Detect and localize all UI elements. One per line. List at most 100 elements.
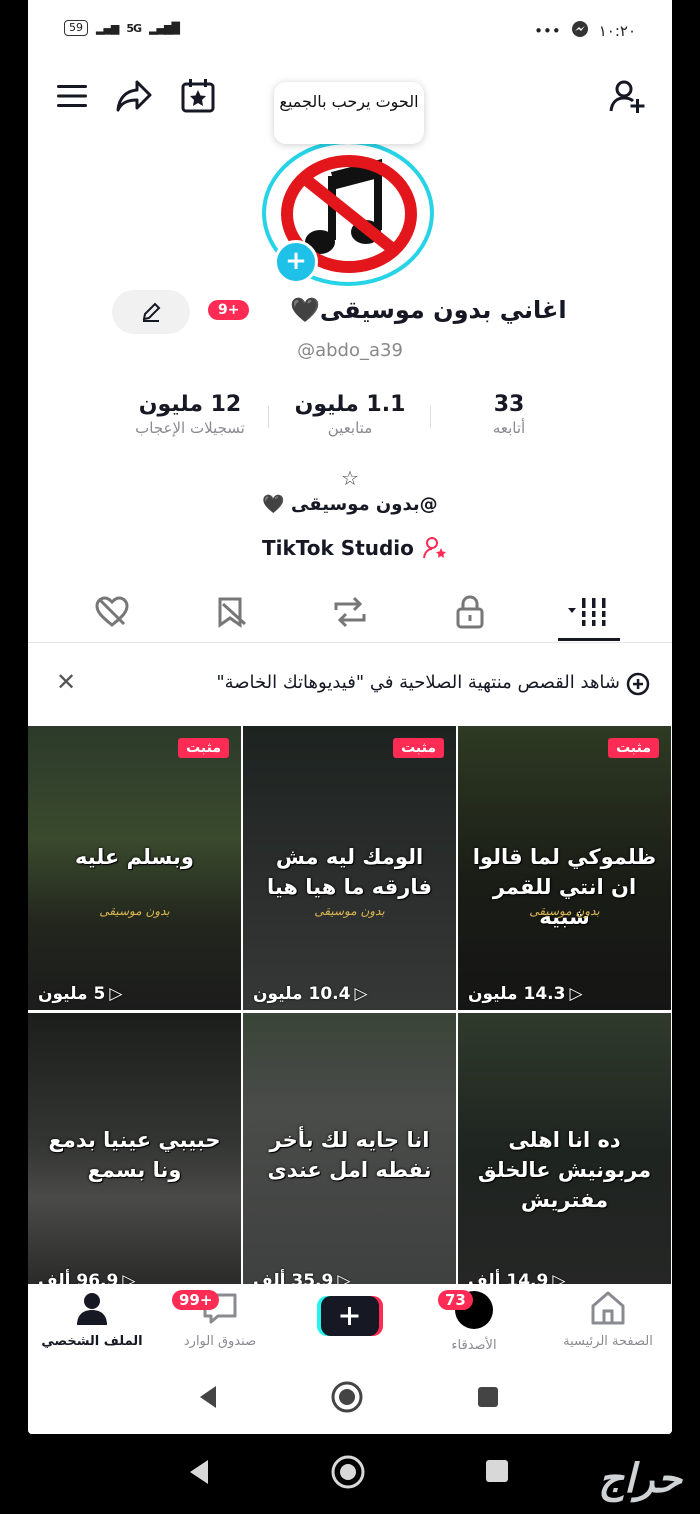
play-icon: ▷ [354,984,368,1004]
video-signature: بدون موسيقى [314,904,385,918]
video-caption: حبيبي عينيا بدمع ونا بسمع [48,1128,221,1182]
notification-badge: 9+ [208,300,250,320]
tab-videos[interactable] [562,592,618,632]
home-icon [591,1291,625,1325]
video-thumbnail[interactable]: حبيبي عينيا بدمع ونا بسمع ▷ 96.9 ألف [28,1013,241,1297]
video-caption: ظلموكي لما قالوا ان انتي للقمر شبيه [472,845,657,929]
home-circle-icon[interactable] [330,1380,364,1414]
battery-indicator: 59 [64,20,88,36]
followers-count: 1.1 مليون [294,392,406,417]
nav-friends[interactable]: 73 الأصدقاء [414,1290,534,1353]
add-circle-icon [626,672,650,700]
messenger-icon [571,20,589,42]
network-label: 5G [126,21,142,35]
name-row: 9+ اغاني بدون موسيقى🖤 [28,290,672,334]
views-label: 5 مليون [38,984,106,1004]
following-label: أتابعه [492,419,526,437]
views-label: 10.4 مليون [253,984,351,1004]
video-thumbnail[interactable]: مثبت وبسلم عليه بدون موسيقى ▷ 5 مليون [28,726,241,1010]
bio-text: @بدون موسيقى 🖤 [262,494,438,515]
video-thumbnail[interactable]: مثبت ظلموكي لما قالوا ان انتي للقمر شبيه… [458,726,671,1010]
tiktok-studio-link[interactable]: TikTok Studio [262,536,448,560]
tab-liked[interactable] [90,592,134,632]
video-signature: بدون موسيقى [99,904,170,918]
likes-stat[interactable]: 12 مليون تسجيلات الإعجاب [114,392,266,437]
view-count: ▷ 5 مليون [38,984,122,1004]
nav-inbox-label: صندوق الوارد [183,1334,257,1349]
pinned-badge: مثبت [178,738,229,758]
video-caption: وبسلم عليه [75,845,194,869]
video-thumbnail[interactable]: مثبت الومك ليه مش فارقه ما هيا هيا بدون … [243,726,456,1010]
more-dots: ••• [534,22,561,40]
video-thumbnail[interactable]: انا جايه لك بأخر نفطه امل عندى ▷ 35.9 ألف [243,1013,456,1297]
outer-recents-icon[interactable] [484,1458,510,1484]
play-icon: ▷ [109,984,123,1004]
status-right: ••• ١٠:٢٠ [534,20,636,42]
pencil-icon [142,302,161,322]
status-bar: 59 ▂▄▆ 5G ▂▄▆█ ••• ١٠:٢٠ [28,0,672,62]
phone-screen: 59 ▂▄▆ 5G ▂▄▆█ ••• ١٠:٢٠ الحوت يرحب بالج… [28,0,672,1434]
profile-icon [77,1293,107,1325]
video-grid-icon [568,598,608,626]
add-story-button[interactable]: + [274,240,318,284]
nav-home[interactable]: الصفحة الرئيسية [548,1290,668,1349]
nav-friends-label: الأصدقاء [451,1338,497,1353]
view-count: ▷ 10.4 مليون [253,984,368,1004]
likes-count: 12 مليون [138,392,242,417]
pinned-badge: مثبت [393,738,444,758]
stat-divider [268,406,269,428]
calendar-star-icon[interactable] [176,74,220,118]
hidden-bookmark-icon [218,597,247,628]
signal-icon-2: ▂▄▆█ [149,21,180,35]
tab-private[interactable] [448,592,492,632]
followers-label: متابعين [327,419,373,437]
stories-banner[interactable]: ✕ شاهد القصص منتهية الصلاحية في "فيديوها… [28,652,672,718]
bio-star: ☆ [341,466,359,490]
nav-profile[interactable]: الملف الشخصي [32,1290,152,1349]
video-caption: الومك ليه مش فارقه ما هيا هيا [266,845,433,899]
video-signature: بدون موسيقى [529,904,600,918]
username-handle: @abdo_a39 [297,340,403,361]
avatar-tooltip: الحوت يرحب بالجميع [274,82,424,144]
outer-home-icon[interactable] [330,1454,366,1490]
nav-profile-label: الملف الشخصي [41,1334,143,1349]
pinned-badge: مثبت [608,738,659,758]
inbox-badge: 99+ [172,1290,220,1310]
recents-icon[interactable] [476,1385,500,1409]
active-tab-indicator [558,638,620,641]
outer-back-icon[interactable] [186,1458,212,1486]
share-icon[interactable] [112,74,156,118]
nav-inbox[interactable]: 99+ صندوق الوارد [160,1290,280,1349]
watermark-logo: حراج [598,1456,682,1502]
followers-stat[interactable]: 1.1 مليون متابعين [286,392,414,437]
studio-label: TikTok Studio [262,536,414,560]
repost-icon [334,596,366,628]
video-caption: انا جايه لك بأخر نفطه امل عندى [267,1128,432,1182]
banner-text: شاهد القصص منتهية الصلاحية في "فيديوهاتك… [216,672,620,693]
back-icon[interactable] [196,1384,220,1410]
create-plus-icon [317,1296,383,1336]
close-icon[interactable]: ✕ [56,668,76,696]
menu-icon[interactable] [50,74,94,118]
clock: ١٠:٢٠ [598,22,636,40]
tab-reposts[interactable] [328,592,372,632]
display-name: اغاني بدون موسيقى🖤 [290,296,567,324]
lock-icon [456,595,484,629]
stat-divider [430,406,431,428]
add-user-icon[interactable] [606,74,650,118]
status-left: 59 ▂▄▆ 5G ▂▄▆█ [64,20,180,36]
view-count: ▷ 14.3 مليون [468,984,583,1004]
tab-favorites[interactable] [210,592,254,632]
views-label: 14.3 مليون [468,984,566,1004]
following-stat[interactable]: 33 أتابعه [464,392,554,437]
profile-stats: 33 أتابعه 1.1 مليون متابعين 12 مليون تسج… [28,392,672,452]
bottom-nav: الصفحة الرئيسية 73 الأصدقاء 99+ صندوق ال… [28,1284,672,1358]
friends-badge: 73 [438,1290,473,1310]
edit-profile-button[interactable] [112,290,190,334]
create-button[interactable] [317,1294,383,1336]
video-caption: ده انا اهلى مربونيش عالخلق مفتريش [477,1128,652,1212]
likes-label: تسجيلات الإعجاب [135,419,245,437]
outer-system-nav [0,1434,700,1514]
video-thumbnail[interactable]: ده انا اهلى مربونيش عالخلق مفتريش ▷ 14.9 … [458,1013,671,1297]
system-nav-bar [28,1358,672,1434]
